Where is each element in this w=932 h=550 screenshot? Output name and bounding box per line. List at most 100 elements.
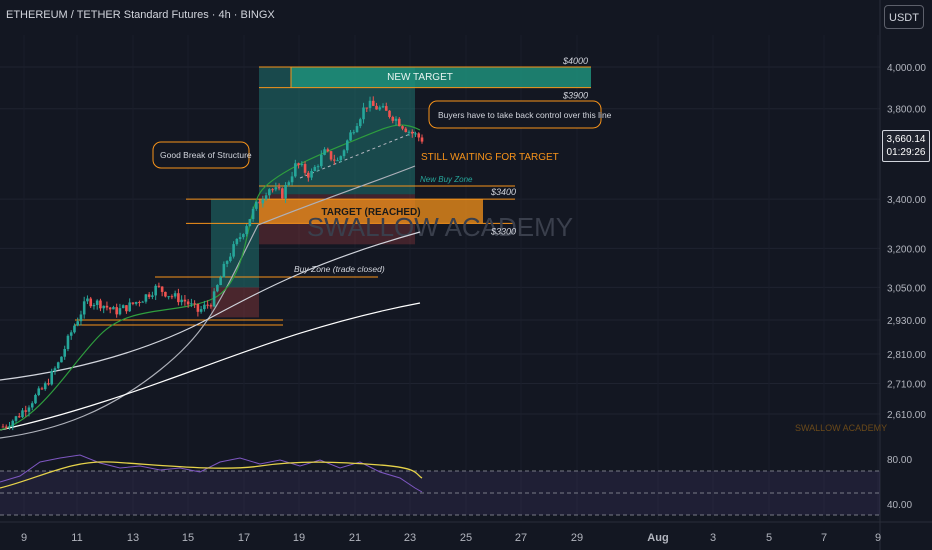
candle-body xyxy=(112,307,115,310)
y-tick-label: 2,610.00 xyxy=(887,410,926,421)
candle-body xyxy=(167,296,170,298)
new-target-label: NEW TARGET xyxy=(387,72,453,83)
candle-body xyxy=(229,256,232,262)
x-tick-label: 5 xyxy=(766,532,772,544)
countdown-timer: 01:29:26 xyxy=(886,147,926,158)
candle-body xyxy=(388,110,391,117)
candle-body xyxy=(310,171,313,178)
candle-body xyxy=(404,128,408,133)
candle-body xyxy=(24,410,28,412)
target-reached-label: TARGET (REACHED) xyxy=(321,207,420,218)
new-buy-zone-label: New Buy Zone xyxy=(420,175,473,184)
candle-body xyxy=(147,294,151,297)
candle-body xyxy=(157,285,161,287)
candle-body xyxy=(89,298,92,307)
buy-zone-closed-label: Buy Zone (trade closed) xyxy=(294,264,385,274)
x-tick-label: 29 xyxy=(571,532,583,544)
x-tick-label: 23 xyxy=(404,532,416,544)
last-price-value: 3,660.14 xyxy=(886,134,926,145)
candle-body xyxy=(417,133,421,138)
candle-body xyxy=(79,314,83,322)
candle-body xyxy=(349,132,352,141)
candle-body xyxy=(196,303,200,312)
candle-body xyxy=(401,126,404,129)
candle-body xyxy=(102,305,105,309)
candle-body xyxy=(300,164,304,166)
y-tick-label: 4,000.00 xyxy=(887,63,926,74)
x-tick-label: 11 xyxy=(71,532,82,544)
candle-body xyxy=(371,100,375,106)
candle-body xyxy=(183,299,187,302)
x-tick-label: 19 xyxy=(293,532,305,544)
candle-body xyxy=(66,335,70,350)
candle-body xyxy=(420,137,424,142)
candle-body xyxy=(323,149,326,155)
candle-body xyxy=(138,302,141,304)
x-tick-label: 3 xyxy=(710,532,716,544)
y-tick-label: 2,930.00 xyxy=(887,316,926,327)
candle-body xyxy=(37,388,41,395)
candle-body xyxy=(99,300,102,309)
price-4000-label: $4000 xyxy=(562,56,588,66)
candle-body xyxy=(261,199,265,204)
candle-body xyxy=(232,244,235,257)
candle-body xyxy=(394,118,398,121)
candle-body xyxy=(410,131,414,134)
candle-body xyxy=(180,299,183,303)
candle-body xyxy=(414,133,417,135)
candle-body xyxy=(151,295,154,297)
x-tick-label: 21 xyxy=(349,532,361,544)
candle-body xyxy=(294,163,297,177)
candle-body xyxy=(63,349,67,357)
candle-body xyxy=(345,140,349,151)
candle-body xyxy=(355,126,359,133)
candle-body xyxy=(264,195,268,200)
candle-body xyxy=(4,426,8,428)
rsi-band xyxy=(0,471,880,515)
candle-body xyxy=(56,362,60,369)
y-tick-label: 2,710.00 xyxy=(887,379,926,390)
candle-body xyxy=(170,296,174,298)
candle-body xyxy=(225,261,229,264)
candle-body xyxy=(358,119,362,127)
candle-body xyxy=(313,166,317,172)
candle-body xyxy=(212,291,216,307)
candle-body xyxy=(248,219,252,227)
candle-body xyxy=(73,325,76,333)
candle-body xyxy=(274,187,278,190)
x-tick-label: 15 xyxy=(182,532,194,544)
candle-body xyxy=(69,332,73,336)
candle-body xyxy=(339,156,343,161)
y-tick-label: 2,810.00 xyxy=(887,350,926,361)
x-axis: 9 11 13 15 17 19 21 23 25 27 29 Aug 3 5 7 9 xyxy=(21,532,881,544)
candle-body xyxy=(375,105,378,110)
candle-body xyxy=(219,277,222,286)
candle-body xyxy=(242,234,245,238)
candle-body xyxy=(118,308,122,315)
candle-body xyxy=(384,106,388,111)
currency-button[interactable]: USDT xyxy=(884,5,924,29)
price-3900-label: $3900 xyxy=(562,91,588,101)
candle-body xyxy=(50,371,54,385)
candle-body xyxy=(125,305,128,312)
candle-body xyxy=(134,302,138,304)
candle-body xyxy=(307,172,310,178)
candle-body xyxy=(206,304,209,306)
candle-body xyxy=(290,176,294,183)
candle-body xyxy=(34,394,37,404)
candle-body xyxy=(397,118,401,127)
rsi-tick-label: 40.00 xyxy=(887,500,912,511)
candle-body xyxy=(14,416,18,421)
good-break-label: Good Break of Structure xyxy=(160,150,252,160)
rsi-tick-label: 80.00 xyxy=(887,455,912,466)
candle-body xyxy=(277,187,281,189)
candle-body xyxy=(53,368,57,372)
x-tick-label: 9 xyxy=(21,532,27,544)
candle-body xyxy=(193,303,196,305)
candle-body xyxy=(154,285,157,296)
candle-body xyxy=(222,263,226,278)
y-tick-label: 3,800.00 xyxy=(887,105,926,116)
price-chart[interactable]: SWALLOW ACADEMY NEW TARGET $4000 $3900 Buye… xyxy=(0,0,932,550)
ma-50 xyxy=(0,302,421,431)
candle-body xyxy=(186,301,190,305)
